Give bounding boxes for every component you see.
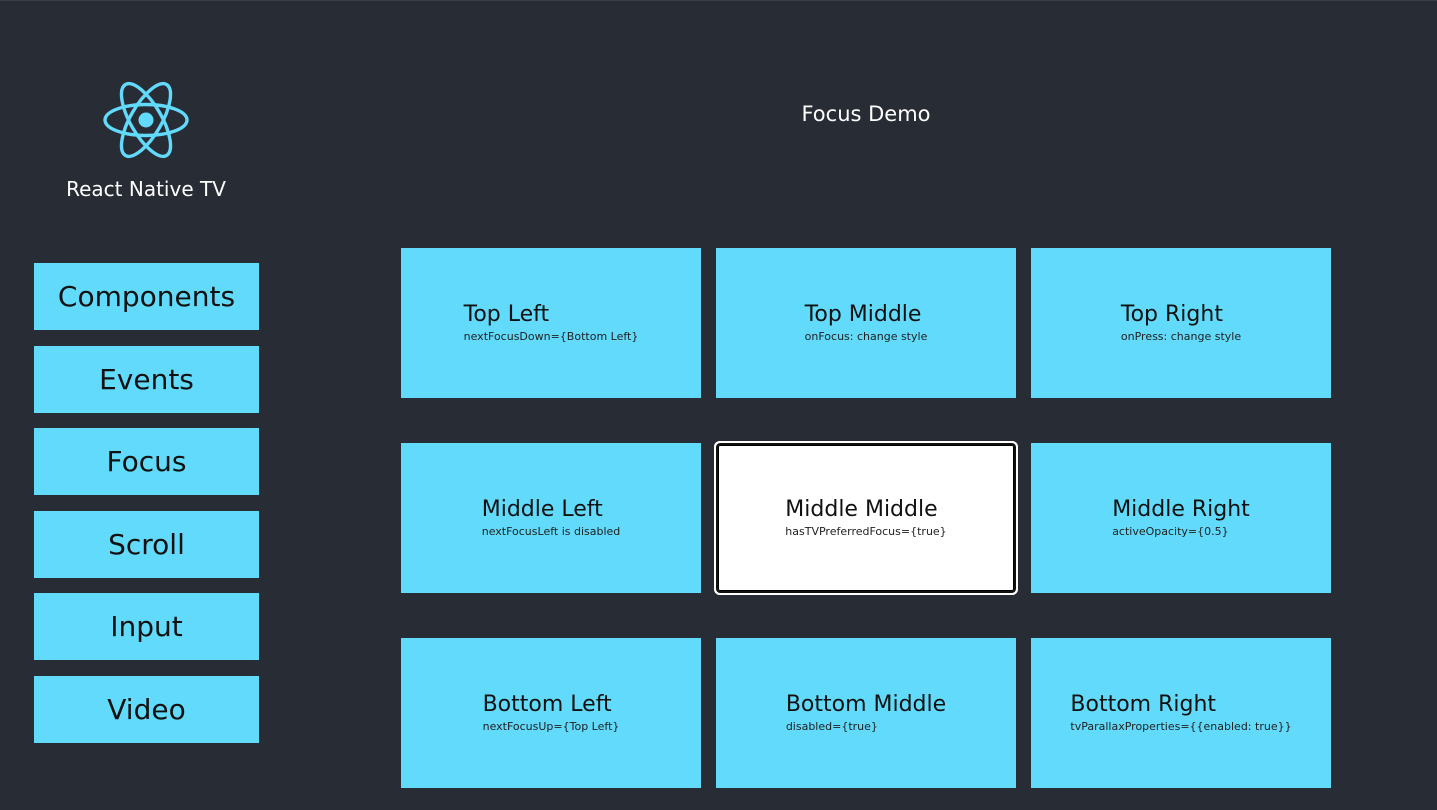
react-logo-icon bbox=[103, 81, 189, 159]
sidebar-item-focus[interactable]: Focus bbox=[34, 428, 259, 495]
tile-label: Middle Right bbox=[1112, 497, 1250, 522]
tile-label: Middle Left bbox=[481, 497, 603, 522]
tile-label: Bottom Right bbox=[1070, 692, 1217, 717]
tile-top-right[interactable]: Top Right onPress: change style bbox=[1031, 248, 1331, 398]
tile-label: Top Left bbox=[463, 302, 550, 327]
tile-label: Top Middle bbox=[804, 302, 922, 327]
page-title: Focus Demo bbox=[801, 102, 931, 126]
tile-middle-right[interactable]: Middle Right activeOpacity={0.5} bbox=[1031, 443, 1331, 593]
tile-label: Top Right bbox=[1120, 302, 1223, 327]
tile-description: tvParallaxProperties={{enabled: true}} bbox=[1070, 720, 1292, 733]
tile-label: Middle Middle bbox=[785, 497, 938, 522]
tile-description: disabled={true} bbox=[785, 720, 878, 733]
tile-middle-left[interactable]: Middle Left nextFocusLeft is disabled bbox=[401, 443, 701, 593]
tile-description: activeOpacity={0.5} bbox=[1112, 525, 1229, 538]
tile-description: hasTVPreferredFocus={true} bbox=[785, 525, 947, 538]
sidebar-item-scroll[interactable]: Scroll bbox=[34, 510, 259, 578]
tile-content: Top Right onPress: change style bbox=[1121, 302, 1241, 344]
tile-label: Bottom Middle bbox=[785, 692, 947, 717]
tile-content: Middle Middle hasTVPreferredFocus={true} bbox=[785, 497, 946, 539]
tile-top-left[interactable]: Top Left nextFocusDown={Bottom Left} bbox=[401, 248, 701, 398]
tile-description: onPress: change style bbox=[1120, 330, 1242, 343]
tile-description: onFocus: change style bbox=[804, 330, 928, 343]
tile-bottom-right[interactable]: Bottom Right tvParallaxProperties={{enab… bbox=[1031, 638, 1331, 788]
sidebar-nav: Components Events Focus Scroll Input Vid… bbox=[34, 263, 259, 758]
tile-content: Bottom Right tvParallaxProperties={{enab… bbox=[1070, 692, 1291, 734]
tile-content: Bottom Left nextFocusUp={Top Left} bbox=[483, 692, 620, 734]
tile-bottom-left[interactable]: Bottom Left nextFocusUp={Top Left} bbox=[401, 638, 701, 788]
tile-content: Top Left nextFocusDown={Bottom Left} bbox=[464, 302, 639, 344]
tile-bottom-middle[interactable]: Bottom Middle disabled={true} bbox=[716, 638, 1016, 788]
app-title: React Native TV bbox=[66, 177, 226, 201]
tile-content: Bottom Middle disabled={true} bbox=[786, 692, 946, 734]
window-top-border bbox=[0, 0, 1437, 1]
tile-label: Bottom Left bbox=[482, 692, 612, 717]
tile-description: nextFocusDown={Bottom Left} bbox=[463, 330, 639, 343]
sidebar-item-events[interactable]: Events bbox=[34, 345, 259, 413]
tile-top-middle[interactable]: Top Middle onFocus: change style bbox=[716, 248, 1016, 398]
tile-description: nextFocusUp={Top Left} bbox=[482, 720, 620, 733]
sidebar-item-input[interactable]: Input bbox=[34, 593, 259, 660]
tile-content: Middle Right activeOpacity={0.5} bbox=[1112, 497, 1250, 539]
tile-description: nextFocusLeft is disabled bbox=[481, 525, 621, 538]
focus-grid: Top Left nextFocusDown={Bottom Left} Top… bbox=[401, 248, 1331, 788]
tile-middle-middle[interactable]: Middle Middle hasTVPreferredFocus={true} bbox=[714, 441, 1018, 595]
tile-content: Middle Left nextFocusLeft is disabled bbox=[482, 497, 621, 539]
sidebar-item-components[interactable]: Components bbox=[34, 263, 259, 330]
sidebar-item-video[interactable]: Video bbox=[34, 675, 259, 743]
tile-content: Top Middle onFocus: change style bbox=[805, 302, 928, 344]
